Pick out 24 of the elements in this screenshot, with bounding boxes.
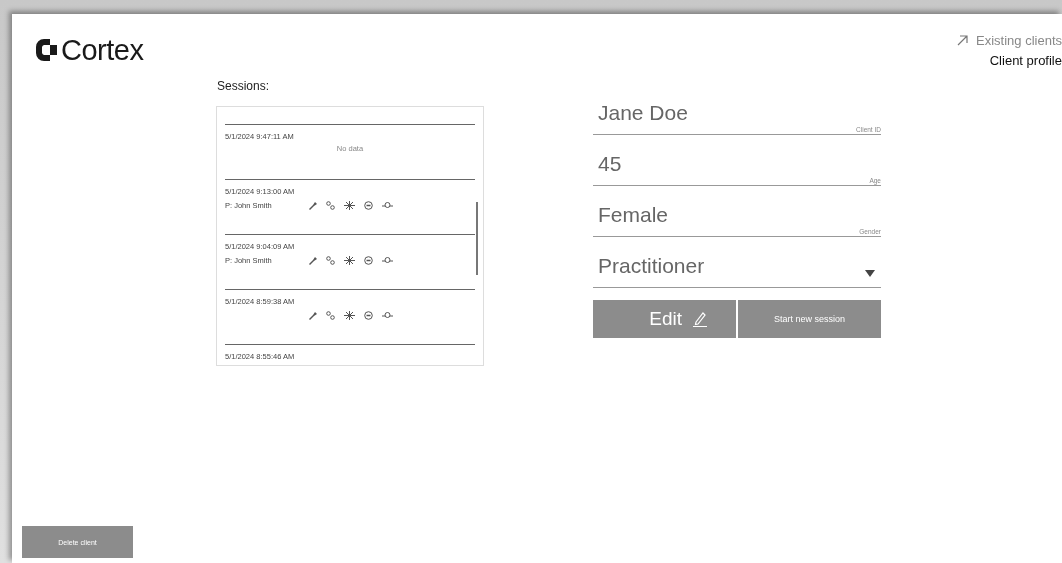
- caret-icon: [865, 270, 875, 277]
- circle-dash-icon: [364, 311, 373, 320]
- cortex-logo-icon: [36, 39, 57, 61]
- practitioner-dropdown[interactable]: Practitioner: [593, 255, 881, 288]
- nav-link[interactable]: Existing clients: [957, 33, 1062, 48]
- pencil-icon: [692, 311, 708, 327]
- asterisk-icon: [344, 201, 355, 210]
- brand-name: Cortex: [61, 33, 144, 67]
- circles-icon: [326, 256, 335, 265]
- edit-button[interactable]: Edit: [593, 300, 736, 338]
- arrow-up-right-icon: [957, 35, 968, 46]
- circle-dash-icon: [364, 256, 373, 265]
- asterisk-icon: [344, 256, 355, 265]
- asterisk-icon: [344, 311, 355, 320]
- flashlight-icon: [308, 311, 317, 320]
- sessions-heading: Sessions:: [217, 79, 271, 93]
- circles-icon: [326, 201, 335, 210]
- nav-link[interactable]: Client profile: [989, 53, 1062, 68]
- circles-icon: [326, 311, 335, 320]
- scrollbar[interactable]: [476, 202, 478, 275]
- start-session-button[interactable]: Start new session: [738, 300, 881, 338]
- flashlight-icon: [308, 201, 317, 210]
- flashlight-icon: [308, 256, 317, 265]
- circle-dash-icon: [364, 201, 373, 210]
